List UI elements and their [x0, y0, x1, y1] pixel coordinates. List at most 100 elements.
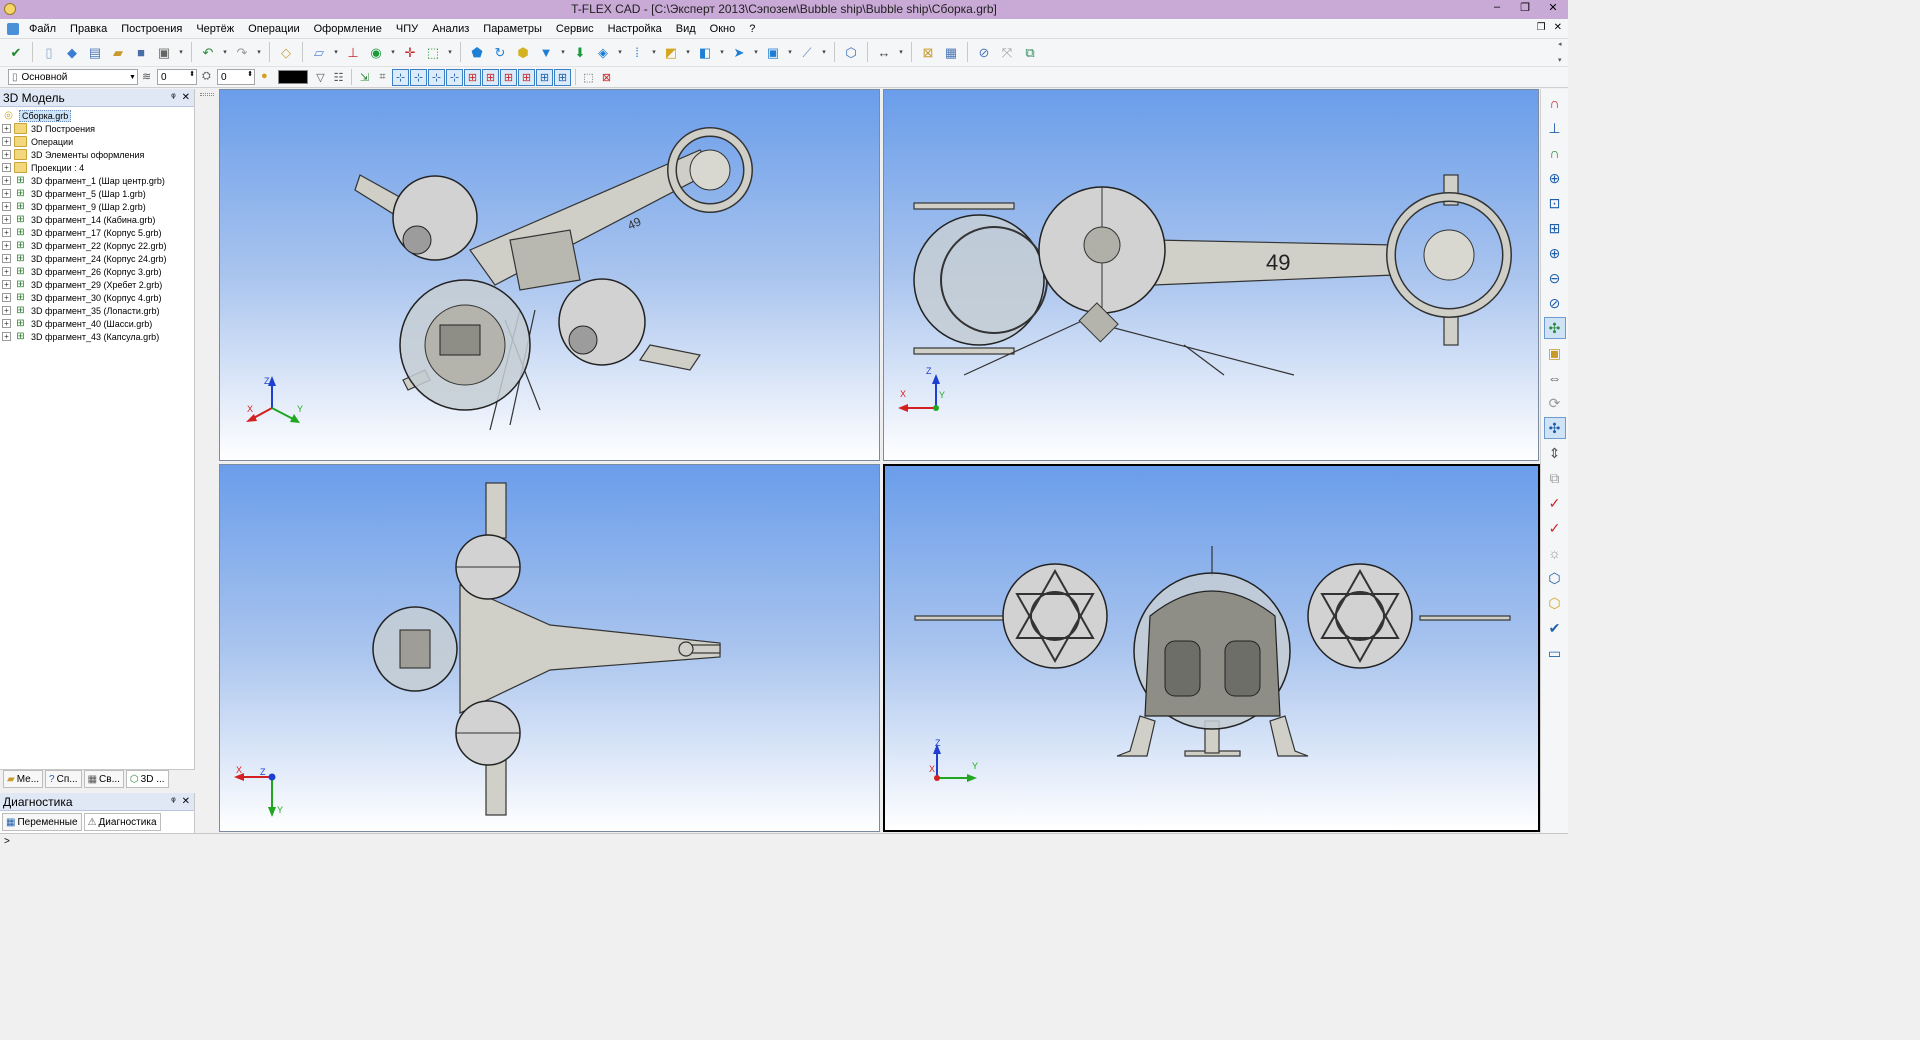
tab-diagnostics[interactable]: ⚠ Диагностика — [83, 813, 161, 831]
expand-icon[interactable]: + — [2, 202, 11, 211]
tree-item[interactable]: + ⊞ 3D фрагмент_17 (Корпус 5.grb) — [2, 226, 194, 239]
chevron-down-icon[interactable]: ▾ — [389, 42, 397, 62]
zoom-all-icon[interactable]: ⊞ — [1544, 217, 1566, 239]
extrude-icon[interactable]: ⬟ — [467, 42, 487, 62]
orbit-icon[interactable]: ⟳ — [1544, 392, 1566, 414]
chevron-down-icon[interactable]: ▾ — [684, 42, 692, 62]
dimension-icon[interactable]: ↔ — [874, 42, 894, 62]
properties-icon[interactable]: ☷ — [330, 69, 347, 86]
tree-root[interactable]: ◎ Сборка.grb — [2, 109, 194, 122]
sheet-metal-icon[interactable]: ⟋ — [797, 42, 817, 62]
tab-properties[interactable]: ▦ Св... — [83, 770, 124, 788]
zoom-icon[interactable]: ⊕ — [1544, 167, 1566, 189]
pin-tool-icon[interactable]: ⊥ — [1544, 117, 1566, 139]
camera-icon[interactable]: ▣ — [1544, 342, 1566, 364]
mdi-restore-button[interactable]: ❐ — [1537, 22, 1546, 33]
tree-item[interactable]: + ⊞ 3D фрагмент_9 (Шар 2.grb) — [2, 200, 194, 213]
calculator-icon[interactable]: ▦ — [941, 42, 961, 62]
chevron-down-icon[interactable]: ▾ — [752, 42, 760, 62]
tree-item[interactable]: + ⊞ 3D фрагмент_26 (Корпус 3.grb) — [2, 265, 194, 278]
body-icon[interactable]: ▣ — [763, 42, 783, 62]
tree-item[interactable]: + ⊞ 3D фрагмент_35 (Лопасти.grb) — [2, 304, 194, 317]
expand-icon[interactable]: + — [2, 189, 11, 198]
print-icon[interactable]: ▣ — [154, 42, 174, 62]
viewport-front[interactable]: 49 Z X Y — [883, 89, 1539, 461]
tree-item[interactable]: +3D Построения — [2, 122, 194, 135]
chevron-down-icon[interactable]: ▾ — [786, 42, 794, 62]
shell-icon[interactable]: ◧ — [695, 42, 715, 62]
plane-icon[interactable]: ▱ — [309, 42, 329, 62]
tree-item[interactable]: + ⊞ 3D фрагмент_24 (Корпус 24.grb) — [2, 252, 194, 265]
select-vertex-icon[interactable]: ⊹ — [392, 69, 409, 86]
check-icon[interactable]: ✔ — [6, 42, 26, 62]
sweep-icon[interactable]: ▼ — [536, 42, 556, 62]
redo-icon[interactable]: ↷ — [232, 42, 252, 62]
chevron-down-icon[interactable]: ▾ — [255, 42, 263, 62]
expand-icon[interactable]: + — [2, 293, 11, 302]
save-icon[interactable]: ■ — [131, 42, 151, 62]
scroll-up-icon[interactable]: ◂ — [1558, 40, 1568, 48]
expand-icon[interactable]: + — [2, 137, 11, 146]
chevron-down-icon[interactable]: ▾ — [221, 42, 229, 62]
tree-item[interactable]: + ⊞ 3D фрагмент_1 (Шар центр.grb) — [2, 174, 194, 187]
fillet-icon[interactable]: ◈ — [593, 42, 613, 62]
viewport-top[interactable]: Z X Y — [219, 464, 880, 832]
chevron-down-icon[interactable]: ▾ — [897, 42, 905, 62]
menu-parameters[interactable]: Параметры — [476, 19, 549, 39]
close-icon[interactable]: ✕ — [182, 796, 190, 807]
rotate-icon[interactable]: ↻ — [490, 42, 510, 62]
menu-settings[interactable]: Настройка — [601, 19, 669, 39]
window-view-icon[interactable]: ▭ — [1544, 642, 1566, 664]
magnet-icon[interactable]: ∩ — [1544, 92, 1566, 114]
chevron-down-icon[interactable]: ▾ — [718, 42, 726, 62]
unlink-icon[interactable]: ⤧ — [997, 42, 1017, 62]
zoom-in-icon[interactable]: ⊕ — [1544, 242, 1566, 264]
document-icon[interactable] — [7, 23, 19, 35]
select-lcs-icon[interactable]: ⊞ — [554, 69, 571, 86]
new-drawing-icon[interactable]: ▤ — [85, 42, 105, 62]
select-body-icon[interactable]: ⊞ — [464, 69, 481, 86]
window-icon[interactable]: ⧉ — [1020, 42, 1040, 62]
snap-magnet-icon[interactable]: ∩ — [1544, 142, 1566, 164]
expand-icon[interactable]: + — [2, 267, 11, 276]
select-operation-icon[interactable]: ⊞ — [482, 69, 499, 86]
tree-item[interactable]: +3D Элементы оформления — [2, 148, 194, 161]
pin-icon[interactable]: ᵠ — [171, 796, 175, 807]
tab-3d-model[interactable]: ⬡ 3D ... — [125, 770, 169, 788]
restore-button[interactable]: ❐ — [1516, 1, 1534, 14]
chamfer-icon[interactable]: ◩ — [661, 42, 681, 62]
open-icon[interactable]: ▰ — [108, 42, 128, 62]
menu-formatting[interactable]: Оформление — [307, 19, 389, 39]
menu-drawing[interactable]: Чертёж — [189, 19, 241, 39]
workplane-icon[interactable]: ◇ — [276, 42, 296, 62]
new-3d-icon[interactable]: ◆ — [62, 42, 82, 62]
chevron-down-icon[interactable]: ▾ — [332, 42, 340, 62]
chevron-down-icon[interactable]: ▾ — [559, 42, 567, 62]
fragment-icon[interactable]: ⬡ — [841, 42, 861, 62]
panel-splitter[interactable] — [196, 89, 218, 833]
viewport-side[interactable]: Z X Y — [883, 464, 1540, 832]
expand-icon[interactable]: + — [2, 280, 11, 289]
view-cube-icon[interactable]: ✣ — [1543, 417, 1566, 439]
expand-icon[interactable]: + — [2, 241, 11, 250]
expand-icon[interactable]: + — [2, 176, 11, 185]
menu-help[interactable]: ? — [742, 19, 762, 39]
menu-view[interactable]: Вид — [669, 19, 703, 39]
tree-item[interactable]: + Операции — [2, 135, 194, 148]
deselect-icon[interactable]: ⊠ — [598, 69, 615, 86]
tab-help[interactable]: ? Сп... — [45, 770, 82, 788]
minimize-button[interactable]: – — [1488, 1, 1506, 14]
select-node-icon[interactable]: ⊞ — [518, 69, 535, 86]
zoom-out-icon[interactable]: ⊖ — [1544, 267, 1566, 289]
expand-icon[interactable]: + — [2, 215, 11, 224]
loft-icon[interactable]: ⬢ — [513, 42, 533, 62]
lcs-icon[interactable]: ⊥ — [343, 42, 363, 62]
tree-item[interactable]: + ⊞ 3D фрагмент_40 (Шасси.grb) — [2, 317, 194, 330]
pin-icon[interactable]: ᵠ — [171, 92, 175, 103]
color-swatch[interactable] — [278, 70, 308, 84]
layer-select[interactable]: ▯ Основной ▼ — [8, 69, 138, 85]
expand-icon[interactable]: + — [2, 150, 11, 159]
expand-icon[interactable]: + — [2, 228, 11, 237]
new-document-icon[interactable]: ▯ — [39, 42, 59, 62]
menu-construct[interactable]: Построения — [114, 19, 189, 39]
